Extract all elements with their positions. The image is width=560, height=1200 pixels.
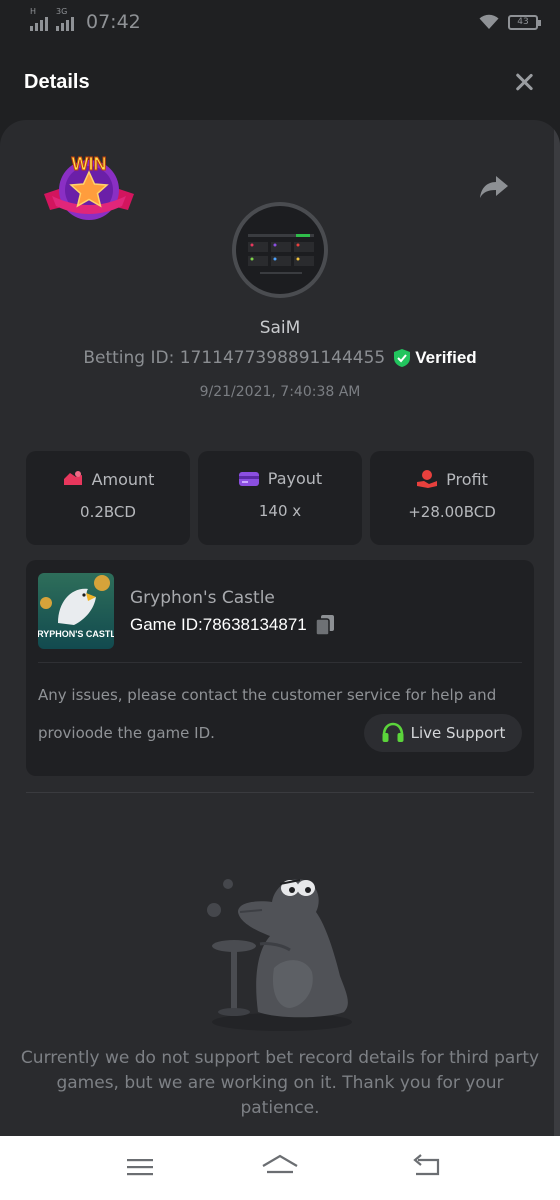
section-divider: [26, 792, 534, 793]
game-id: Game ID:78638134871: [130, 615, 307, 634]
stat-value: +28.00BCD: [408, 503, 496, 521]
battery-icon: 43: [508, 14, 541, 30]
live-support-button[interactable]: Live Support: [364, 714, 522, 752]
scrollbar[interactable]: [554, 120, 560, 1136]
betting-id-row: Betting ID: 1711477398891144455 Verified: [0, 348, 560, 368]
home-icon[interactable]: [260, 1152, 300, 1182]
close-icon[interactable]: [512, 70, 536, 94]
bet-datetime: 9/21/2021, 7:40:38 AM: [199, 384, 361, 400]
page-title: Details: [24, 70, 90, 93]
stat-label: Payout: [267, 469, 323, 488]
win-badge-icon: WIN: [44, 154, 134, 220]
payout-icon: [238, 471, 259, 486]
third-party-notice: Currently we do not support bet record d…: [20, 1048, 540, 1118]
network-type-label: H: [30, 7, 37, 16]
betting-id: Betting ID: 1711477398891144455: [83, 348, 386, 368]
stat-card-profit: Profit +28.00BCD: [370, 451, 534, 545]
details-panel: WIN SaiM Betting ID: 1711477398891144455: [0, 120, 560, 1136]
verified-badge: Verified: [393, 348, 477, 368]
game-name[interactable]: Gryphon's Castle: [130, 588, 275, 608]
share-icon[interactable]: [478, 174, 510, 200]
back-icon[interactable]: [412, 1152, 442, 1182]
status-bar: H 3G 07:42 43: [0, 0, 560, 44]
copy-icon[interactable]: [315, 614, 335, 636]
system-nav-bar: [0, 1136, 560, 1200]
stat-value: 0.2BCD: [80, 503, 136, 521]
headset-icon: [382, 722, 404, 742]
user-name: SaiM: [259, 318, 301, 338]
verified-label: Verified: [415, 348, 477, 367]
game-card: GRYPHON'S CASTLE Gryphon's Castle Game I…: [26, 560, 534, 776]
signal-icon: H: [30, 7, 48, 31]
crocodile-illustration: [207, 879, 352, 1031]
shield-check-icon: [394, 349, 411, 367]
network-type-label-2: 3G: [56, 7, 68, 16]
stat-card-amount: Amount 0.2BCD: [26, 451, 190, 545]
game-id-row: Game ID:78638134871: [130, 614, 335, 636]
status-time: 07:42: [86, 11, 141, 33]
live-support-label: Live Support: [410, 724, 506, 742]
stat-value: 140 x: [258, 502, 302, 520]
thumbnail-title: GRYPHON'S CASTLE: [38, 629, 114, 639]
details-header: Details: [0, 44, 560, 120]
battery-level: 43: [517, 17, 529, 27]
game-thumbnail[interactable]: GRYPHON'S CASTLE: [38, 573, 114, 649]
profit-icon: [417, 470, 438, 488]
stat-card-payout: Payout 140 x: [198, 451, 362, 545]
win-label: WIN: [72, 154, 107, 174]
wifi-icon: [479, 14, 499, 29]
stat-label: Amount: [91, 469, 155, 489]
avatar-preview-image: [248, 234, 314, 274]
signal-icon-2: 3G: [56, 7, 74, 31]
amount-icon: [63, 471, 82, 485]
stats-row: Amount 0.2BCD Payout 140 x Profit +28.00…: [26, 451, 534, 545]
menu-icon[interactable]: [126, 1152, 154, 1182]
card-divider: [38, 662, 522, 663]
stat-label: Profit: [446, 469, 488, 489]
avatar: [232, 202, 328, 298]
